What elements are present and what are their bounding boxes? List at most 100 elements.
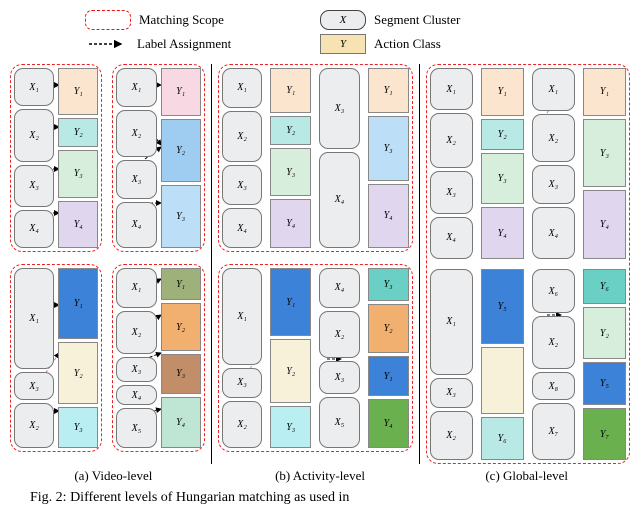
cap-a: (a) Video-level xyxy=(10,468,217,484)
action-class: Y₁ xyxy=(58,68,98,115)
segment-cluster: X₃ xyxy=(319,361,360,393)
segment-cluster: X₄ xyxy=(319,268,360,308)
scope-box: X₁ X₃ X₂ Y₁ Y₂ Y₃ xyxy=(10,264,102,452)
action-class: Y₆ xyxy=(583,269,626,304)
segment-cluster: X₄ xyxy=(222,208,263,248)
action-class: Y₃ xyxy=(161,185,201,248)
action-class: Y₄ xyxy=(481,207,524,259)
segment-cluster: X₄ xyxy=(319,152,360,248)
action-class: Y₄ xyxy=(161,397,201,448)
action-class: Y₁ xyxy=(270,68,311,113)
segment-cluster: X₂ xyxy=(14,403,54,448)
segment-cluster: X₁ xyxy=(14,268,54,369)
segment-cluster: X₃ xyxy=(222,165,263,205)
cap-c: (c) Global-level xyxy=(423,468,630,484)
label-assignment-icon xyxy=(85,35,129,53)
action-class: Y₁ xyxy=(161,68,201,116)
action-class: Y₂ xyxy=(161,119,201,182)
action-class: Y₄ xyxy=(583,190,626,259)
segment-cluster: X₁ xyxy=(14,68,54,106)
action-class: Y₆ xyxy=(481,417,524,460)
segment-cluster: X₃ xyxy=(116,160,156,199)
segment-cluster: X₅ xyxy=(116,408,156,448)
action-class: Y₁ xyxy=(368,68,409,113)
segment-cluster: X₆ xyxy=(532,269,575,313)
legend-assign: Label Assignment xyxy=(85,35,320,53)
segment-cluster: X₄ xyxy=(116,202,156,248)
action-class: Y₇ xyxy=(583,408,626,460)
segment-cluster: X₁ xyxy=(532,68,575,111)
segment-cluster: X₂ xyxy=(116,311,156,354)
legend-scope: Matching Scope xyxy=(85,10,320,30)
action-class: Y₂ xyxy=(58,342,98,404)
column-separator xyxy=(419,64,420,464)
action-class: Y₃ xyxy=(161,354,201,394)
col-video-level: X₁ X₂ X₃ X₄ Y₁ Y₂ Y₃ Y₄ xyxy=(10,64,205,464)
action-class: Y₃ xyxy=(270,148,311,197)
segment-cluster: X₁ xyxy=(116,68,156,107)
cap-b: (b) Activity-level xyxy=(217,468,424,484)
segment-cluster: X₄ xyxy=(14,210,54,248)
segment-cluster: X₂ xyxy=(14,109,54,162)
action-class: Y₂ xyxy=(270,116,311,145)
column-separator xyxy=(211,64,212,464)
action-class: Y₃ xyxy=(368,116,409,181)
action-class: Y₄ xyxy=(270,199,311,248)
action-class: Y₅ xyxy=(481,269,524,344)
col-activity-level: X₁ X₂ X₃ X₄ Y₁ Y₂ Y₃ Y₄ X₃ X₄ xyxy=(218,64,413,464)
segment-cluster: X₄ xyxy=(532,207,575,259)
action-class: Y₂ xyxy=(481,119,524,150)
segment-cluster: X₃ xyxy=(532,165,575,204)
segment-cluster: X₃ xyxy=(14,372,54,400)
segment-cluster: X₃ xyxy=(430,171,473,213)
legend: Matching Scope X Segment Cluster Label A… xyxy=(85,8,555,56)
segment-cluster: X₁ xyxy=(116,268,156,308)
action-class xyxy=(481,347,524,413)
scope-box: X₁ X₂ X₃ X₄ Y₁ Y₂ Y₃ xyxy=(112,64,204,252)
action-class: Y₁ xyxy=(161,268,201,300)
figure-area: X₁ X₂ X₃ X₄ Y₁ Y₂ Y₃ Y₄ xyxy=(10,64,630,464)
subcaptions: (a) Video-level (b) Activity-level (c) G… xyxy=(10,468,630,484)
action-class: Y₃ xyxy=(270,406,311,448)
legend-class-label: Action Class xyxy=(374,36,441,52)
segment-cluster: X₇ xyxy=(532,403,575,460)
action-class: Y₁ xyxy=(270,268,311,336)
segment-cluster: X₈ xyxy=(532,372,575,399)
legend-class: Y Action Class xyxy=(320,34,555,54)
action-class: Y₁ xyxy=(481,68,524,116)
action-class: Y₄ xyxy=(368,399,409,448)
action-class: Y₃ xyxy=(58,407,98,448)
figure-caption: Fig. 2: Different levels of Hungarian ma… xyxy=(30,490,610,506)
scope-box: X₁ X₂ X₃ X₄ Y₁ Y₂ Y₃ Y₄ xyxy=(10,64,102,252)
action-class: Y₃ xyxy=(368,268,409,301)
matching-scope-icon xyxy=(85,10,131,30)
segment-cluster: X₂ xyxy=(430,411,473,460)
action-class-icon: Y xyxy=(320,34,366,54)
segment-cluster: X₁ xyxy=(222,68,263,108)
segment-cluster: X₂ xyxy=(116,110,156,156)
segment-cluster: X₃ xyxy=(222,368,263,397)
scope-box: X₁ X₂ X₃ X₄ X₅ Y₁ Y₂ Y₃ Y₄ xyxy=(112,264,204,452)
action-class: Y₂ xyxy=(368,304,409,353)
action-class: Y₃ xyxy=(58,150,98,197)
action-class: Y₂ xyxy=(58,118,98,147)
segment-cluster: X₂ xyxy=(430,113,473,168)
segment-cluster: X₄ xyxy=(116,385,156,405)
action-class: Y₃ xyxy=(481,153,524,205)
segment-cluster: X₃ xyxy=(430,378,473,408)
segment-cluster: X₂ xyxy=(222,401,263,448)
scope-box: X₁ X₃ X₂ Y₁ Y₂ Y₃ X₄ X₂ X₃ X₅ xyxy=(218,264,413,452)
legend-cluster: X Segment Cluster xyxy=(320,10,555,30)
segment-cluster: X₃ xyxy=(14,165,54,207)
segment-cluster: X₂ xyxy=(532,316,575,369)
legend-assign-label: Label Assignment xyxy=(137,36,231,52)
action-class: Y₄ xyxy=(58,201,98,248)
scope-box: X₁ X₂ X₃ X₄ Y₁ Y₂ Y₃ Y₄ X₁ X₂ X₃ xyxy=(426,64,630,464)
col-global-level: X₁ X₂ X₃ X₄ Y₁ Y₂ Y₃ Y₄ X₁ X₂ X₃ xyxy=(426,64,630,464)
action-class: Y₂ xyxy=(270,339,311,403)
scope-box: X₁ X₂ X₃ X₄ Y₁ Y₂ Y₃ Y₄ X₃ X₄ xyxy=(218,64,413,252)
action-class: Y₁ xyxy=(58,268,98,339)
segment-cluster: X₂ xyxy=(222,111,263,162)
action-class: Y₅ xyxy=(583,362,626,405)
action-class: Y₂ xyxy=(161,303,201,350)
